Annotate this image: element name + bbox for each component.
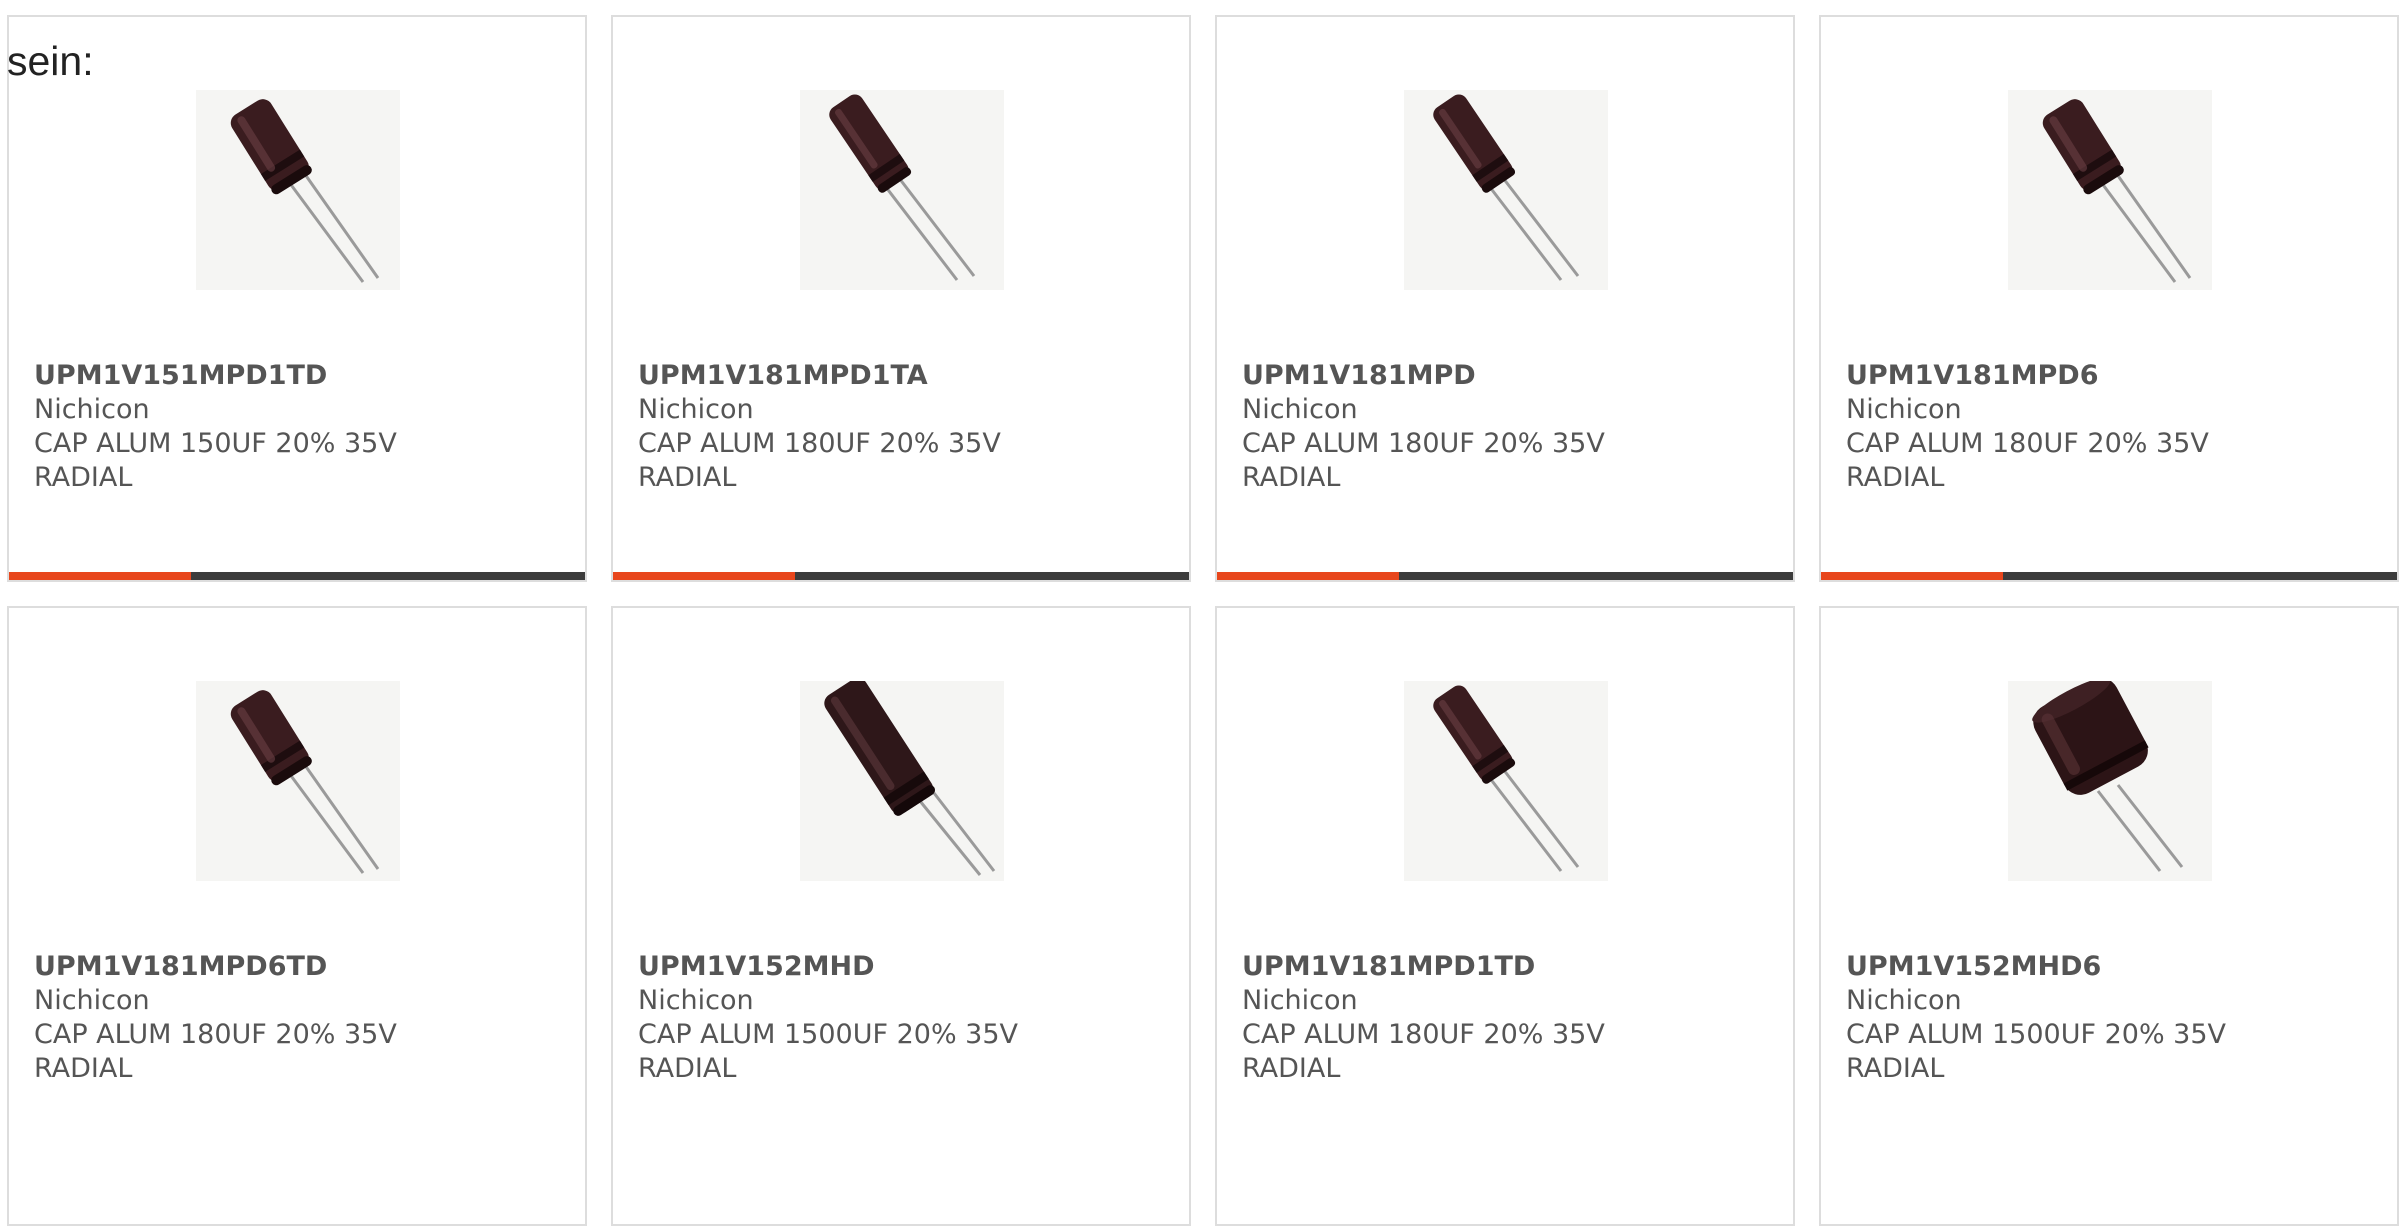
product-description: CAP ALUM 180UF 20% 35V RADIAL: [1846, 428, 2209, 493]
manufacturer-name: Nichicon: [34, 985, 150, 1016]
card-accent-bar: [9, 572, 191, 580]
product-description: CAP ALUM 1500UF 20% 35V RADIAL: [1846, 1019, 2227, 1084]
card-hover-bar: [613, 572, 1189, 580]
product-card[interactable]: UPM1V181MPD1TD Nichicon CAP ALUM 180UF 2…: [1215, 606, 1795, 1226]
product-description: CAP ALUM 180UF 20% 35V RADIAL: [638, 428, 1001, 493]
card-hover-bar: [1821, 572, 2397, 580]
capacitor-icon: [1433, 94, 1580, 281]
part-number-link[interactable]: UPM1V152MHD6: [1846, 950, 2376, 984]
product-card[interactable]: UPM1V152MHD6 Nichicon CAP ALUM 1500UF 20…: [1819, 606, 2399, 1226]
product-card[interactable]: UPM1V181MPD6TD Nichicon CAP ALUM 180UF 2…: [7, 606, 587, 1226]
manufacturer-name: Nichicon: [638, 985, 754, 1016]
card-accent-bar: [1821, 572, 2003, 580]
product-description: CAP ALUM 180UF 20% 35V RADIAL: [1242, 1019, 1605, 1084]
product-image[interactable]: [196, 681, 400, 881]
manufacturer-name: Nichicon: [638, 394, 754, 425]
capacitor-icon: [824, 681, 996, 876]
product-info: UPM1V181MPD6TD Nichicon CAP ALUM 180UF 2…: [34, 950, 564, 1086]
capacitor-icon: [829, 94, 976, 281]
product-image[interactable]: [2008, 681, 2212, 881]
manufacturer-name: Nichicon: [1242, 985, 1358, 1016]
part-number-link[interactable]: UPM1V181MPD6: [1846, 359, 2376, 393]
capacitor-icon: [2042, 99, 2192, 283]
product-description: CAP ALUM 180UF 20% 35V RADIAL: [1242, 428, 1605, 493]
product-grid-row-2: UPM1V181MPD6TD Nichicon CAP ALUM 180UF 2…: [7, 606, 2400, 1226]
manufacturer-name: Nichicon: [1846, 394, 1962, 425]
card-accent-bar: [1217, 572, 1399, 580]
product-info: UPM1V181MPD Nichicon CAP ALUM 180UF 20% …: [1242, 359, 1772, 495]
product-description: CAP ALUM 150UF 20% 35V RADIAL: [34, 428, 397, 493]
part-number-link[interactable]: UPM1V152MHD: [638, 950, 1168, 984]
page-lead-text: sein:: [7, 38, 94, 84]
product-card[interactable]: UPM1V152MHD Nichicon CAP ALUM 1500UF 20%…: [611, 606, 1191, 1226]
capacitor-icon: [2032, 681, 2184, 872]
manufacturer-name: Nichicon: [1846, 985, 1962, 1016]
product-grid: UPM1V151MPD1TD Nichicon CAP ALUM 150UF 2…: [7, 15, 2400, 582]
part-number-link[interactable]: UPM1V181MPD1TA: [638, 359, 1168, 393]
product-image[interactable]: [196, 90, 400, 290]
capacitor-icon: [230, 99, 380, 283]
product-card[interactable]: UPM1V181MPD Nichicon CAP ALUM 180UF 20% …: [1215, 15, 1795, 582]
product-image[interactable]: [800, 90, 1004, 290]
product-info: UPM1V181MPD6 Nichicon CAP ALUM 180UF 20%…: [1846, 359, 2376, 495]
product-image[interactable]: [1404, 681, 1608, 881]
product-image[interactable]: [800, 681, 1004, 881]
product-card[interactable]: UPM1V151MPD1TD Nichicon CAP ALUM 150UF 2…: [7, 15, 587, 582]
product-info: UPM1V181MPD1TA Nichicon CAP ALUM 180UF 2…: [638, 359, 1168, 495]
capacitor-icon: [1433, 685, 1580, 872]
manufacturer-name: Nichicon: [1242, 394, 1358, 425]
product-info: UPM1V151MPD1TD Nichicon CAP ALUM 150UF 2…: [34, 359, 564, 495]
manufacturer-name: Nichicon: [34, 394, 150, 425]
product-info: UPM1V181MPD1TD Nichicon CAP ALUM 180UF 2…: [1242, 950, 1772, 1086]
card-hover-bar: [1217, 572, 1793, 580]
capacitor-icon: [230, 690, 380, 874]
card-accent-bar: [613, 572, 795, 580]
card-hover-bar: [9, 572, 585, 580]
product-description: CAP ALUM 180UF 20% 35V RADIAL: [34, 1019, 397, 1084]
product-description: CAP ALUM 1500UF 20% 35V RADIAL: [638, 1019, 1019, 1084]
product-image[interactable]: [1404, 90, 1608, 290]
product-card[interactable]: UPM1V181MPD1TA Nichicon CAP ALUM 180UF 2…: [611, 15, 1191, 582]
product-info: UPM1V152MHD6 Nichicon CAP ALUM 1500UF 20…: [1846, 950, 2376, 1086]
part-number-link[interactable]: UPM1V181MPD6TD: [34, 950, 564, 984]
part-number-link[interactable]: UPM1V181MPD: [1242, 359, 1772, 393]
product-image[interactable]: [2008, 90, 2212, 290]
product-info: UPM1V152MHD Nichicon CAP ALUM 1500UF 20%…: [638, 950, 1168, 1086]
product-card[interactable]: UPM1V181MPD6 Nichicon CAP ALUM 180UF 20%…: [1819, 15, 2399, 582]
part-number-link[interactable]: UPM1V181MPD1TD: [1242, 950, 1772, 984]
part-number-link[interactable]: UPM1V151MPD1TD: [34, 359, 564, 393]
